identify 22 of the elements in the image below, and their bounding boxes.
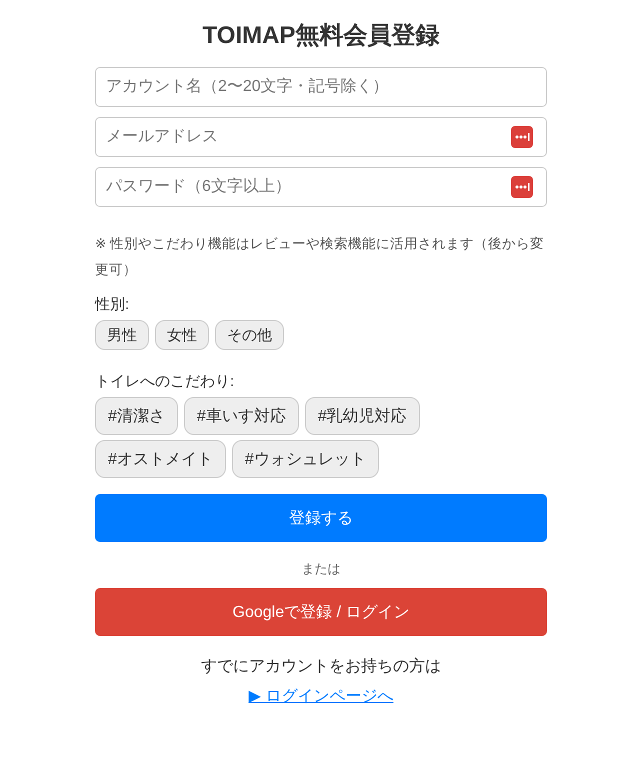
note-text: ※ 性別やこだわり機能はレビューや検索機能に活用されます（後から変更可） [95,235,546,279]
input-field[interactable]: メールアドレス [95,117,547,157]
google-login-button[interactable]: Googleで登録 / ログイン [95,588,547,636]
gender-option[interactable]: 女性 [155,320,209,350]
input-field[interactable]: アカウント名（2〜20文字・記号除く） [95,67,547,107]
password-manager-icon[interactable] [511,176,533,198]
input-field[interactable]: パスワード（6文字以上） [95,167,547,207]
separator-text: または [300,560,342,578]
field-label: 性別: [95,295,130,315]
gender-option[interactable]: 男性 [95,320,149,350]
preference-tag[interactable]: #乳幼児対応 [304,397,420,435]
preference-tag[interactable]: #清潔さ [95,397,178,435]
password-manager-icon[interactable] [511,126,533,148]
preference-tag[interactable]: #ウォシュレット [232,440,379,478]
gender-option[interactable]: その他 [215,320,284,350]
preference-tag[interactable]: #車いす対応 [184,397,299,435]
login-link[interactable]: ▶ ログインページへ [248,688,394,705]
register-button[interactable]: 登録する [95,494,547,542]
login-prompt: すでにアカウントをお持ちの方は [200,656,442,677]
page-title: TOIMAP無料会員登録 [202,21,440,51]
field-label: トイレへのこだわり: [95,372,234,392]
preference-tag[interactable]: #オストメイト [95,440,226,478]
